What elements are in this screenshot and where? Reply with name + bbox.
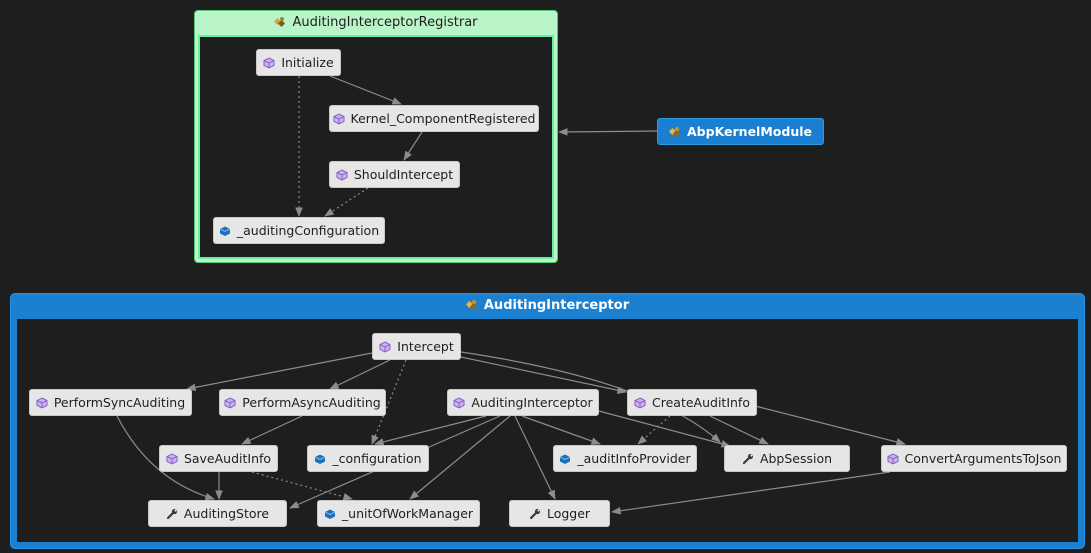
edge <box>324 187 369 217</box>
node-label: PerformAsyncAuditing <box>242 395 381 410</box>
node-convert-arguments-to-json[interactable]: ConvertArgumentsToJson <box>881 445 1067 472</box>
node-kernel-component-registered[interactable]: Kernel_ComponentRegistered <box>329 105 539 132</box>
method-icon <box>224 396 236 409</box>
node-abp-kernel-module[interactable]: AbpKernelModule <box>657 118 824 145</box>
node-logger[interactable]: Logger <box>509 500 610 527</box>
node-perform-sync-auditing[interactable]: PerformSyncAuditing <box>29 389 192 416</box>
field-icon <box>314 453 326 465</box>
method-icon <box>333 112 345 125</box>
node-label: CreateAuditInfo <box>652 395 750 410</box>
edge <box>403 131 423 161</box>
node-label: SaveAuditInfo <box>183 451 272 466</box>
node-save-audit-info[interactable]: SaveAuditInfo <box>159 445 278 472</box>
method-icon <box>453 396 465 409</box>
node-auditing-configuration[interactable]: _auditingConfiguration <box>213 217 385 244</box>
node-initialize[interactable]: Initialize <box>256 49 341 76</box>
node-label: AbpSession <box>759 451 833 466</box>
node-auditing-store[interactable]: AuditingStore <box>148 500 287 527</box>
class-icon <box>669 126 681 138</box>
method-icon <box>166 452 178 465</box>
method-icon <box>634 396 646 409</box>
node-unit-of-work-manager[interactable]: _unitOfWorkManager <box>317 500 480 527</box>
node-label: Intercept <box>397 339 454 354</box>
edge <box>514 415 556 500</box>
field-icon <box>324 508 336 520</box>
edge <box>558 128 658 136</box>
node-label: _unitOfWorkManager <box>341 506 474 521</box>
wrench-icon <box>742 453 754 465</box>
method-icon <box>263 56 275 69</box>
edge <box>241 415 303 445</box>
edge <box>521 415 601 445</box>
method-icon <box>379 340 391 353</box>
node-abp-session[interactable]: AbpSession <box>724 445 850 472</box>
method-icon <box>887 452 899 465</box>
node-label: AbpKernelModule <box>687 124 812 139</box>
field-icon <box>559 453 571 465</box>
node-label: Logger <box>546 506 591 521</box>
edge <box>186 352 373 392</box>
wrench-icon <box>166 508 178 520</box>
node-label: AuditingStore <box>183 506 270 521</box>
node-label: _configuration <box>332 451 422 466</box>
edge <box>754 405 906 446</box>
node-audit-info-provider[interactable]: _auditInfoProvider <box>553 445 697 472</box>
edge <box>329 359 391 390</box>
node-label: PerformSyncAuditing <box>53 395 186 410</box>
node-label: _auditingConfiguration <box>236 223 380 238</box>
node-perform-async-auditing[interactable]: PerformAsyncAuditing <box>219 389 386 416</box>
node-label: ConvertArgumentsToJson <box>904 451 1062 466</box>
node-should-intercept[interactable]: ShouldIntercept <box>329 161 460 188</box>
field-icon <box>219 225 231 237</box>
node-intercept[interactable]: Intercept <box>372 333 461 360</box>
node-label: Initialize <box>281 55 334 70</box>
node-configuration[interactable]: _configuration <box>307 445 429 472</box>
node-label: _auditInfoProvider <box>577 451 691 466</box>
dependency-graph: AuditingInterceptorRegistrar AuditingInt… <box>0 0 1091 553</box>
node-auditing-interceptor-ctor[interactable]: AuditingInterceptor <box>447 389 599 416</box>
edge <box>709 415 769 445</box>
method-icon <box>336 168 348 181</box>
node-create-audit-info[interactable]: CreateAuditInfo <box>627 389 757 416</box>
edge <box>611 471 891 515</box>
edge <box>329 75 402 105</box>
node-label: ShouldIntercept <box>353 167 454 182</box>
wrench-icon <box>529 508 541 520</box>
method-icon <box>36 396 48 409</box>
node-label: AuditingInterceptor <box>471 395 593 410</box>
edge <box>637 415 671 445</box>
edge <box>251 471 353 501</box>
node-label: Kernel_ComponentRegistered <box>350 111 536 126</box>
edge <box>460 356 627 394</box>
